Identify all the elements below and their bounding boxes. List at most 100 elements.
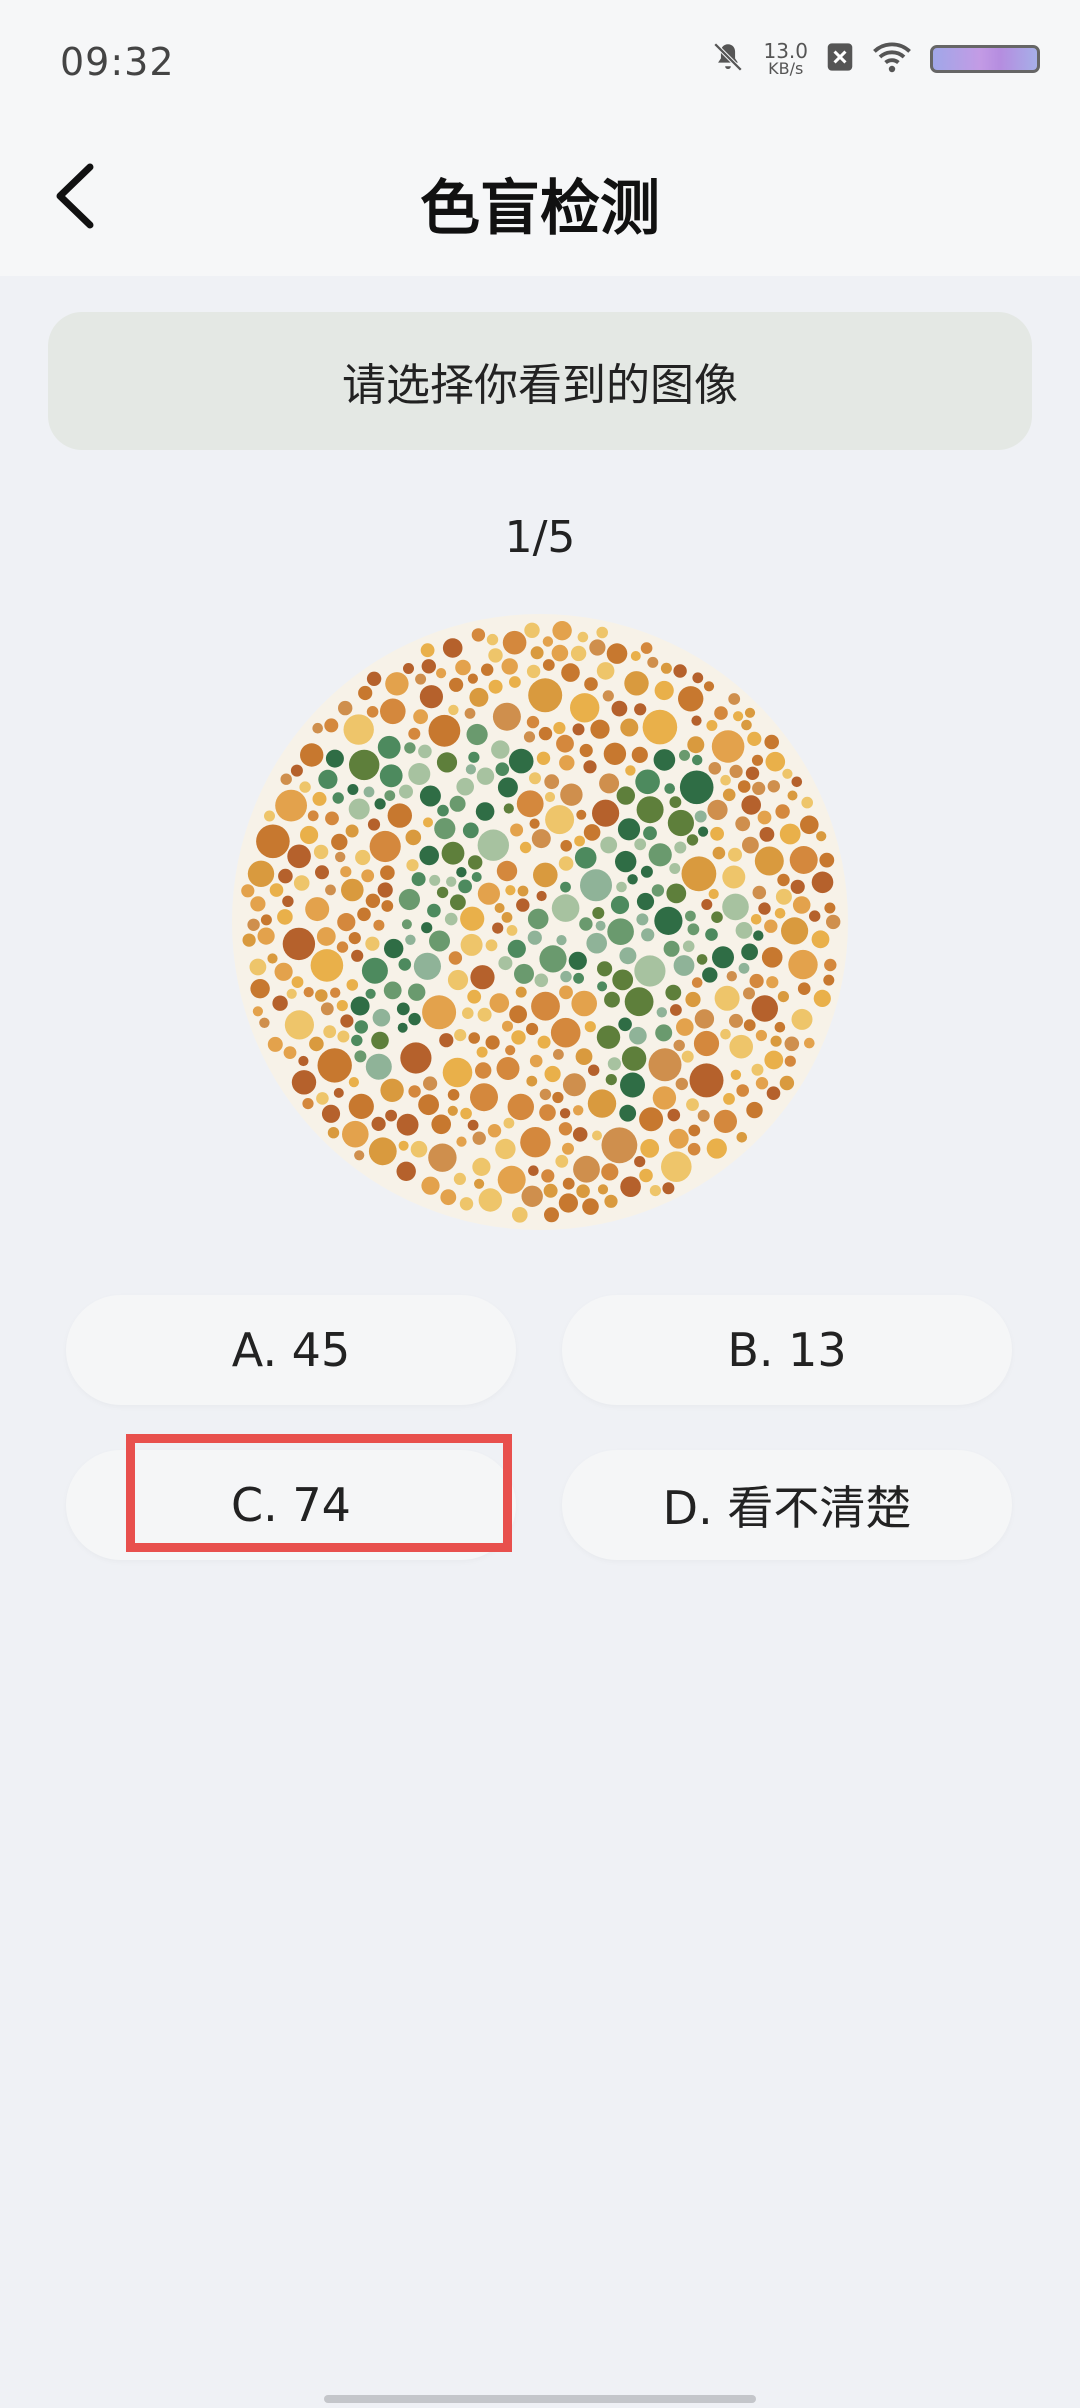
plate-dot: [545, 805, 575, 835]
plate-dot: [595, 920, 606, 931]
plate-dot: [675, 1077, 688, 1091]
plate-dot: [605, 1074, 617, 1086]
plate-dot: [347, 784, 359, 795]
plate-dot: [444, 912, 458, 926]
plate-dot: [361, 869, 375, 883]
plate-dot: [495, 1138, 516, 1160]
plate-dot: [302, 1098, 314, 1110]
plate-dot: [579, 743, 593, 758]
plate-dot: [310, 949, 344, 982]
plate-dot: [710, 826, 724, 841]
plate-dot: [694, 810, 707, 823]
plate-dot: [436, 886, 449, 899]
plate-dot: [447, 1089, 460, 1101]
plate-dot: [750, 914, 762, 925]
plate-dot: [340, 1014, 354, 1028]
plate-dot: [267, 1036, 283, 1052]
plate-dot: [336, 941, 349, 953]
plate-dot: [503, 1117, 515, 1129]
plate-dot: [371, 1116, 386, 1131]
plate-dot: [801, 796, 813, 809]
plate-dot: [639, 1168, 653, 1183]
plate-dot: [420, 643, 435, 658]
plate-dot: [781, 917, 809, 945]
plate-dot: [454, 1029, 467, 1042]
plate-dot: [348, 932, 361, 945]
wifi-icon: [872, 41, 912, 77]
plate-dot: [398, 958, 412, 971]
plate-dot: [472, 1131, 486, 1145]
plate-dot: [631, 746, 648, 763]
plate-dot: [423, 1076, 438, 1091]
plate-dot: [619, 1104, 637, 1122]
plate-dot: [749, 973, 764, 989]
plate-dot: [752, 781, 766, 795]
plate-dot: [824, 958, 837, 972]
plate-dot: [521, 1185, 543, 1207]
plate-dot: [497, 1165, 526, 1194]
home-indicator[interactable]: [324, 2395, 756, 2403]
plate-dot: [583, 824, 601, 841]
plate-dot: [526, 1075, 538, 1087]
plate-dot: [495, 762, 510, 776]
plate-dot: [571, 990, 597, 1017]
plate-dot: [797, 982, 811, 995]
option-a-button[interactable]: A. 45: [66, 1295, 516, 1405]
plate-dot: [553, 1049, 564, 1060]
plate-dot: [516, 898, 530, 912]
plate-dot: [323, 1025, 337, 1039]
plate-dot: [755, 1029, 768, 1042]
plate-dot: [736, 1132, 748, 1143]
plate-dot: [241, 884, 255, 898]
plate-dot: [539, 1104, 556, 1121]
plate-dot: [597, 1184, 609, 1195]
plate-dot: [260, 914, 272, 926]
plate-dot: [436, 668, 447, 679]
plate-dot: [777, 873, 790, 887]
plate-dot: [497, 777, 518, 798]
plate-dot: [350, 996, 370, 1016]
plate-dot: [332, 792, 344, 804]
plate-dot: [673, 955, 695, 976]
plate-dot: [561, 663, 580, 682]
plate-dot: [456, 867, 467, 878]
plate-dot: [665, 984, 682, 1001]
plate-dot: [264, 810, 275, 822]
plate-dot: [488, 679, 503, 694]
plate-dot: [536, 890, 547, 902]
plate-dot: [527, 908, 549, 930]
plate-dot: [742, 836, 759, 854]
plate-dot: [508, 748, 534, 774]
status-bar: 09:32 13.0 KB/s: [0, 0, 1080, 120]
plate-dot: [337, 913, 356, 932]
instruction-text: 请选择你看到的图像: [342, 360, 738, 411]
plate-dot: [544, 1207, 559, 1223]
plate-dot: [396, 1002, 410, 1016]
plate-dot: [419, 685, 443, 709]
plate-dot: [453, 1172, 466, 1185]
plate-dot: [714, 985, 740, 1011]
option-a-label: A. 45: [231, 1323, 351, 1377]
plate-dot: [267, 953, 278, 964]
plate-dot: [691, 977, 703, 988]
option-d-button[interactable]: D. 看不清楚: [562, 1450, 1012, 1560]
status-icons: 13.0 KB/s: [711, 40, 1040, 78]
plate-dot: [421, 1176, 440, 1195]
plate-dot: [592, 1130, 602, 1141]
option-c-button[interactable]: C. 74: [66, 1450, 516, 1560]
plate-dot: [624, 671, 649, 696]
plate-dot: [824, 902, 836, 914]
plate-dot: [324, 718, 339, 733]
plate-dot: [744, 707, 756, 718]
plate-dot: [507, 939, 526, 958]
plate-dot: [583, 760, 597, 774]
plate-dot: [474, 1178, 485, 1189]
plate-dot: [374, 798, 386, 810]
plate-dot: [496, 1057, 520, 1080]
plate-dot: [714, 706, 728, 720]
plate-dot: [597, 961, 613, 977]
option-b-button[interactable]: B. 13: [562, 1295, 1012, 1405]
plate-dot: [431, 1114, 451, 1135]
plate-dot: [331, 833, 348, 851]
plate-dot: [408, 1012, 421, 1026]
